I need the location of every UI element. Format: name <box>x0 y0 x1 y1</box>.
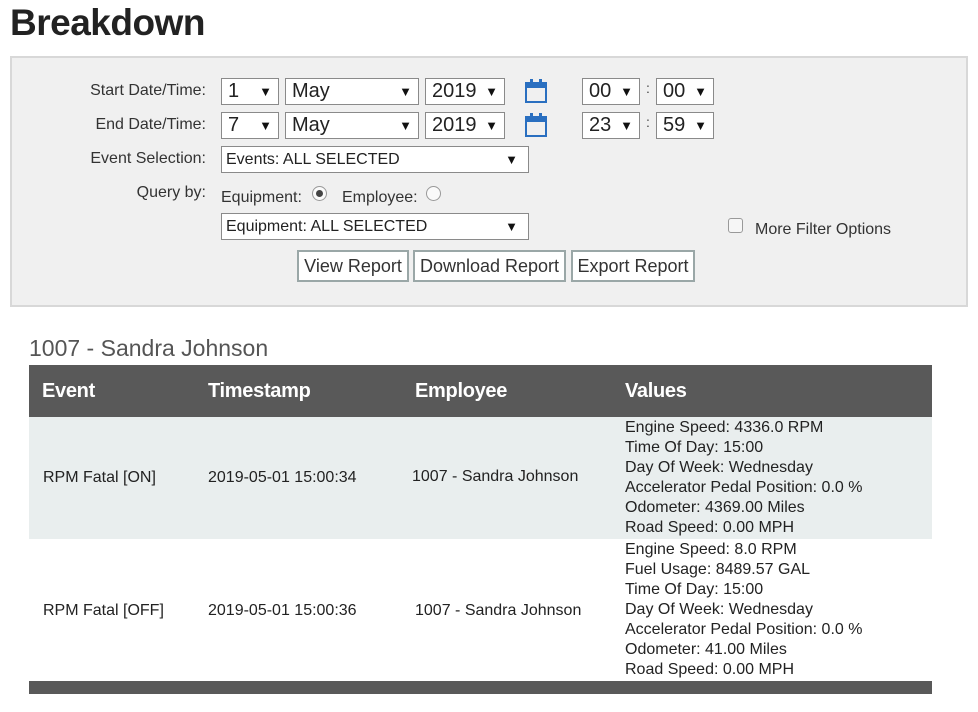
column-header-employee[interactable]: Employee <box>415 365 507 417</box>
value-line: Fuel Usage: 8489.57 GAL <box>625 561 811 578</box>
caret-down-icon: ▼ <box>505 152 518 167</box>
start-month-select[interactable]: May ▼ <box>285 78 419 105</box>
event-cell: RPM Fatal [OFF] <box>43 602 164 619</box>
value-line: Engine Speed: 8.0 RPM <box>625 541 797 558</box>
column-header-values[interactable]: Values <box>625 365 687 417</box>
value-line: Time Of Day: 15:00 <box>625 439 764 456</box>
start-year-select[interactable]: 2019 ▼ <box>425 78 505 105</box>
value-line: Accelerator Pedal Position: 0.0 % <box>625 621 863 638</box>
end-month-value: May <box>292 114 330 136</box>
calendar-icon[interactable] <box>525 79 547 103</box>
caret-down-icon: ▼ <box>399 118 412 133</box>
end-year-value: 2019 <box>432 114 477 136</box>
equipment-selection-value: Equipment: ALL SELECTED <box>226 218 428 235</box>
query-employee-radio[interactable] <box>426 186 441 201</box>
end-day-select[interactable]: 7 ▼ <box>221 112 279 139</box>
caret-down-icon: ▼ <box>259 84 272 99</box>
table-row[interactable]: RPM Fatal [OFF] 2019-05-01 15:00:36 1007… <box>29 539 932 681</box>
query-employee-label: Employee: <box>342 189 418 206</box>
caret-down-icon: ▼ <box>485 118 498 133</box>
value-line: Odometer: 4369.00 Miles <box>625 499 805 516</box>
event-selection-label: Event Selection: <box>90 150 206 167</box>
query-equipment-label: Equipment: <box>221 189 302 206</box>
value-line: Day Of Week: Wednesday <box>625 459 813 476</box>
caret-down-icon: ▼ <box>620 118 633 133</box>
caret-down-icon: ▼ <box>620 84 633 99</box>
value-line: Accelerator Pedal Position: 0.0 % <box>625 479 863 496</box>
caret-down-icon: ▼ <box>259 118 272 133</box>
caret-down-icon: ▼ <box>694 84 707 99</box>
end-day-value: 7 <box>228 114 240 136</box>
calendar-icon[interactable] <box>525 113 547 137</box>
view-report-button[interactable]: View Report <box>297 250 409 282</box>
employee-cell: 1007 - Sandra Johnson <box>415 602 582 619</box>
value-line: Road Speed: 0.00 MPH <box>625 519 794 536</box>
query-by-label: Query by: <box>136 184 206 201</box>
value-line: Odometer: 41.00 Miles <box>625 641 787 658</box>
more-filter-options-label[interactable]: More Filter Options <box>755 221 891 239</box>
start-minute-value: 00 <box>663 80 686 102</box>
end-datetime-label: End Date/Time: <box>95 116 206 133</box>
values-cell: Engine Speed: 4336.0 RPM Time Of Day: 15… <box>625 418 862 538</box>
start-datetime-label: Start Date/Time: <box>90 82 206 99</box>
event-selection-select[interactable]: Events: ALL SELECTED ▼ <box>221 146 529 173</box>
value-line: Day Of Week: Wednesday <box>625 601 813 618</box>
caret-down-icon: ▼ <box>399 84 412 99</box>
export-report-button[interactable]: Export Report <box>571 250 695 282</box>
end-minute-select[interactable]: 59 ▼ <box>656 112 714 139</box>
event-cell: RPM Fatal [ON] <box>43 469 156 486</box>
table-header: Event Timestamp Employee Values <box>29 365 932 417</box>
column-header-event[interactable]: Event <box>42 365 95 417</box>
value-line: Time Of Day: 15:00 <box>625 581 764 598</box>
caret-down-icon: ▼ <box>505 219 518 234</box>
end-minute-value: 59 <box>663 114 686 136</box>
report-table: Event Timestamp Employee Values RPM Fata… <box>29 365 932 694</box>
equipment-selection-select[interactable]: Equipment: ALL SELECTED ▼ <box>221 213 529 240</box>
start-year-value: 2019 <box>432 80 477 102</box>
table-row[interactable]: RPM Fatal [ON] 2019-05-01 15:00:34 1007 … <box>29 417 932 539</box>
start-minute-select[interactable]: 00 ▼ <box>656 78 714 105</box>
start-hour-select[interactable]: 00 ▼ <box>582 78 640 105</box>
more-filter-options-checkbox[interactable] <box>728 218 743 233</box>
end-hour-value: 23 <box>589 114 612 136</box>
end-month-select[interactable]: May ▼ <box>285 112 419 139</box>
end-year-select[interactable]: 2019 ▼ <box>425 112 505 139</box>
start-hour-value: 00 <box>589 80 612 102</box>
value-line: Engine Speed: 4336.0 RPM <box>625 419 824 436</box>
start-day-value: 1 <box>228 80 240 102</box>
table-footer <box>29 681 932 694</box>
end-hour-select[interactable]: 23 ▼ <box>582 112 640 139</box>
report-section-title: 1007 - Sandra Johnson <box>29 335 269 361</box>
employee-cell: 1007 - Sandra Johnson <box>412 468 579 485</box>
caret-down-icon: ▼ <box>485 84 498 99</box>
value-line: Road Speed: 0.00 MPH <box>625 661 794 678</box>
download-report-button[interactable]: Download Report <box>413 250 566 282</box>
time-separator: : <box>646 80 650 96</box>
caret-down-icon: ▼ <box>694 118 707 133</box>
column-header-timestamp[interactable]: Timestamp <box>208 365 311 417</box>
timestamp-cell: 2019-05-01 15:00:34 <box>208 469 357 486</box>
start-month-value: May <box>292 80 330 102</box>
start-day-select[interactable]: 1 ▼ <box>221 78 279 105</box>
time-separator: : <box>646 114 650 130</box>
values-cell: Engine Speed: 8.0 RPM Fuel Usage: 8489.5… <box>625 540 862 680</box>
timestamp-cell: 2019-05-01 15:00:36 <box>208 602 357 619</box>
page-title: Breakdown <box>10 2 205 43</box>
event-selection-value: Events: ALL SELECTED <box>226 151 400 168</box>
query-equipment-radio[interactable] <box>312 186 327 201</box>
